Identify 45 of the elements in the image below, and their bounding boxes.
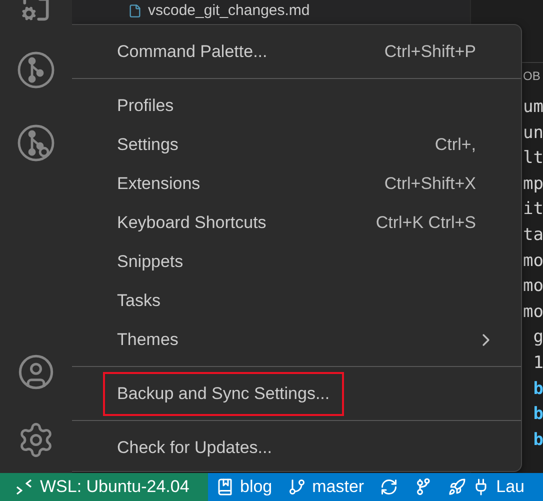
sync-icon [380, 478, 398, 496]
menu-item[interactable]: Check for Updates... [72, 428, 521, 467]
pull-request-icon[interactable] [16, 123, 56, 163]
file-name[interactable]: vscode_git_changes.md [148, 2, 310, 19]
code-line: b [532, 378, 543, 401]
remote-label: WSL: Ubuntu-24.04 [40, 477, 190, 497]
source-control-icon[interactable] [16, 50, 56, 90]
status-label: Lau [496, 477, 524, 497]
status-label: blog [240, 477, 272, 497]
code-line: mo [523, 275, 543, 298]
remote-indicator[interactable]: WSL: Ubuntu-24.04 [0, 473, 208, 501]
status-item[interactable]: master [280, 473, 372, 501]
code-line: it [523, 198, 543, 222]
status-item[interactable]: Lau [440, 473, 532, 501]
code-line: b [532, 403, 543, 426]
account-icon[interactable] [17, 353, 55, 391]
code-line: mo [523, 300, 543, 324]
menu-item[interactable]: Profiles [72, 86, 521, 125]
shortcut-label: Ctrl+Shift+X [384, 174, 476, 194]
shortcut-label: Ctrl+, [434, 134, 476, 154]
menu-item[interactable]: Settings Ctrl+, [72, 125, 521, 164]
menu-item[interactable]: Snippets [72, 242, 521, 281]
code-line: mp [523, 172, 543, 196]
git-graph-icon [414, 477, 432, 497]
file-icon [128, 4, 142, 18]
code-line: g [532, 326, 543, 350]
code-line: um [523, 96, 543, 119]
code-line: lt [523, 147, 543, 170]
rocket-icon [448, 478, 466, 496]
book-icon [216, 478, 234, 496]
status-label: master [312, 477, 364, 497]
branch-icon [288, 478, 306, 496]
code-line: mo [523, 250, 543, 273]
shortcut-label: Ctrl+K Ctrl+S [376, 212, 476, 232]
menu-item[interactable]: Tasks [72, 281, 521, 320]
status-item[interactable]: blog [208, 473, 280, 501]
menu-item[interactable]: Themes [72, 320, 521, 359]
code-line: ta [523, 224, 543, 247]
shortcut-label: Ctrl+Shift+P [384, 42, 476, 62]
remote-icon [16, 479, 32, 495]
code-line: un [523, 122, 543, 145]
code-line: 1 [532, 352, 543, 375]
menu-item[interactable]: Extensions Ctrl+Shift+X [72, 164, 521, 203]
code-line: b [532, 428, 543, 452]
menu-item[interactable]: Keyboard Shortcuts Ctrl+K Ctrl+S [72, 203, 521, 242]
